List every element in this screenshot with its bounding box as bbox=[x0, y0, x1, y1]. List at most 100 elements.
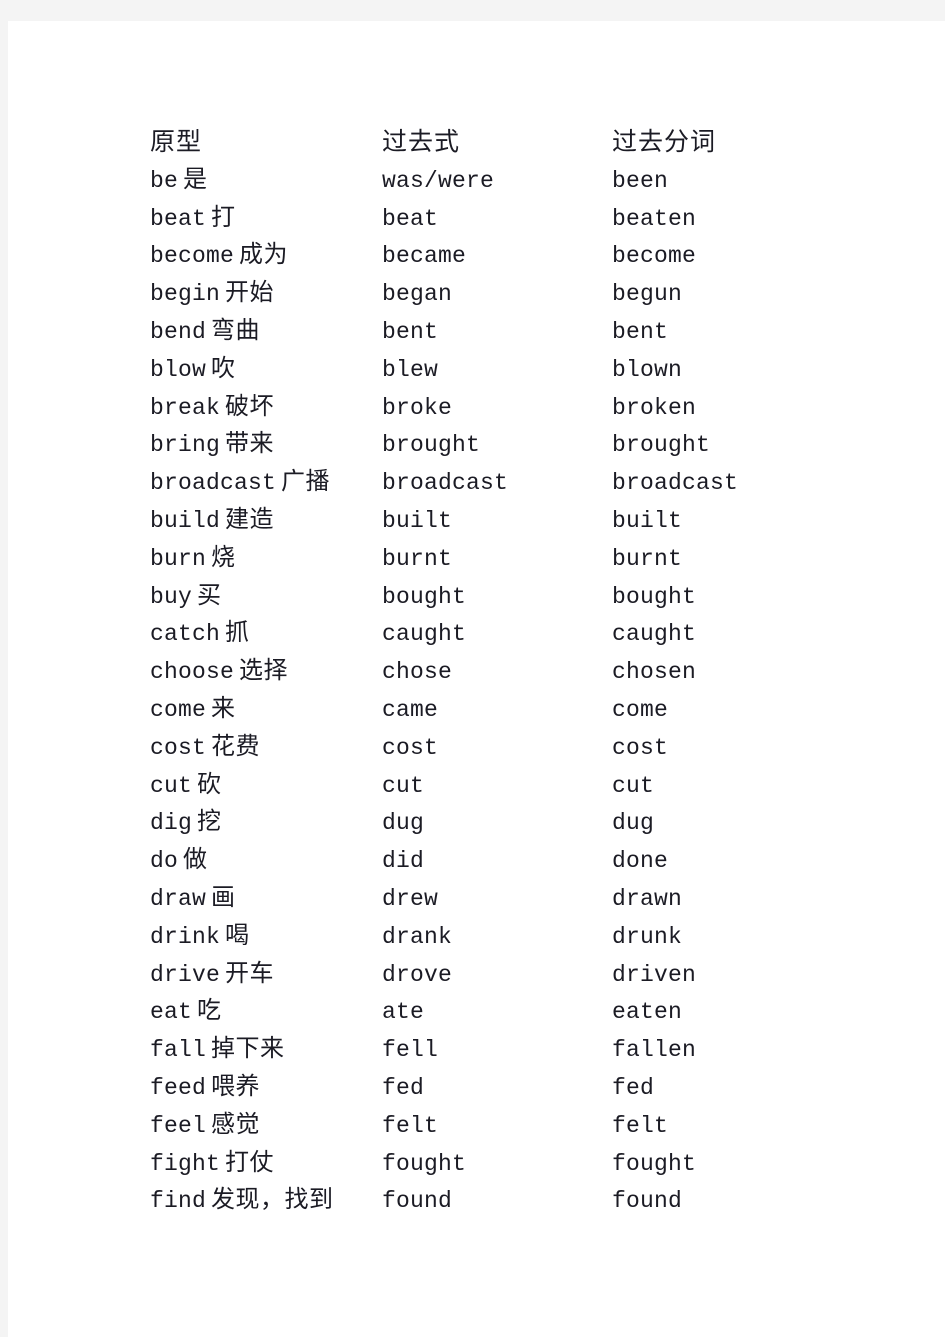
table-row: be 是 was/were been bbox=[150, 162, 870, 200]
cell-past-participle: become bbox=[612, 243, 697, 270]
base-form-english: become bbox=[150, 243, 235, 270]
table-row: begin 开始 began begun bbox=[150, 275, 870, 313]
base-form-chinese: 打仗 bbox=[225, 1149, 275, 1176]
cell-past-tense: broadcast bbox=[382, 470, 509, 497]
table-row: fight 打仗 fought fought bbox=[150, 1145, 870, 1183]
cell-past-tense: beat bbox=[382, 205, 439, 232]
table-row: catch 抓 caught caught bbox=[150, 615, 870, 653]
base-form-english: bend bbox=[150, 318, 207, 345]
cell-past-tense: was/were bbox=[382, 167, 495, 194]
cell-past-tense: broke bbox=[382, 394, 453, 421]
base-form-english: catch bbox=[150, 621, 221, 648]
cell-base-form: blow 吹 bbox=[150, 351, 382, 389]
base-form-english: cut bbox=[150, 772, 193, 799]
cell-past-participle: caught bbox=[612, 621, 697, 648]
base-form-chinese: 喂养 bbox=[211, 1073, 261, 1100]
cell-past-tense: drove bbox=[382, 961, 453, 988]
base-form-chinese: 砍 bbox=[197, 771, 222, 798]
cell-past-participle: brought bbox=[612, 432, 711, 459]
cell-base-form: feel 感觉 bbox=[150, 1107, 382, 1145]
cell-past-tense: caught bbox=[382, 621, 467, 648]
cell-past-participle: drawn bbox=[612, 885, 683, 912]
column-header-past-participle: 过去分词 bbox=[612, 129, 717, 156]
table-row: blow 吹 blew blown bbox=[150, 351, 870, 389]
cell-past-tense: chose bbox=[382, 659, 453, 686]
cell-past-tense: burnt bbox=[382, 545, 453, 572]
cell-past-participle: fed bbox=[612, 1074, 655, 1101]
cell-base-form: catch 抓 bbox=[150, 615, 382, 653]
cell-past-participle: beaten bbox=[612, 205, 697, 232]
cell-base-form: find 发现，找到 bbox=[150, 1182, 382, 1220]
cell-past-participle: built bbox=[612, 507, 683, 534]
cell-past-participle: bent bbox=[612, 318, 669, 345]
cell-past-participle: cut bbox=[612, 772, 655, 799]
cell-base-form: buy 买 bbox=[150, 578, 382, 616]
cell-base-form: come 来 bbox=[150, 691, 382, 729]
cell-base-form: choose 选择 bbox=[150, 653, 382, 691]
base-form-english: choose bbox=[150, 659, 235, 686]
cell-past-participle: fought bbox=[612, 1150, 697, 1177]
cell-past-participle: dug bbox=[612, 810, 655, 837]
base-form-chinese: 感觉 bbox=[211, 1111, 261, 1138]
table-row: feel 感觉 felt felt bbox=[150, 1107, 870, 1145]
cell-past-tense: became bbox=[382, 243, 467, 270]
cell-past-participle: been bbox=[612, 167, 669, 194]
base-form-english: find bbox=[150, 1188, 207, 1215]
cell-past-participle: cost bbox=[612, 734, 669, 761]
cell-base-form: fight 打仗 bbox=[150, 1145, 382, 1183]
base-form-english: feel bbox=[150, 1112, 207, 1139]
table-row: build 建造 built built bbox=[150, 502, 870, 540]
cell-past-participle: felt bbox=[612, 1112, 669, 1139]
cell-past-tense: dug bbox=[382, 810, 425, 837]
cell-past-participle: driven bbox=[612, 961, 697, 988]
cell-past-tense: drank bbox=[382, 923, 453, 950]
base-form-chinese: 成为 bbox=[239, 242, 289, 269]
base-form-english: draw bbox=[150, 885, 207, 912]
base-form-chinese: 打 bbox=[211, 204, 236, 231]
document-page: 原型 过去式 过去分词 be 是 was/were been beat 打 beat beat… bbox=[8, 21, 945, 1337]
base-form-english: begin bbox=[150, 281, 221, 308]
base-form-chinese: 破坏 bbox=[225, 393, 275, 420]
cell-base-form: cost 花费 bbox=[150, 729, 382, 767]
base-form-chinese: 是 bbox=[183, 166, 208, 193]
cell-base-form: drive 开车 bbox=[150, 956, 382, 994]
column-header-base-form: 原型 bbox=[150, 129, 203, 156]
base-form-english: beat bbox=[150, 205, 207, 232]
table-row: dig 挖 dug dug bbox=[150, 804, 870, 842]
cell-past-participle: eaten bbox=[612, 999, 683, 1026]
cell-past-participle: begun bbox=[612, 281, 683, 308]
cell-past-tense: fell bbox=[382, 1037, 439, 1064]
base-form-english: buy bbox=[150, 583, 193, 610]
table-row: bend 弯曲 bent bent bbox=[150, 313, 870, 351]
base-form-english: drive bbox=[150, 961, 221, 988]
cell-base-form: beat 打 bbox=[150, 200, 382, 238]
cell-past-tense: drew bbox=[382, 885, 439, 912]
cell-past-participle: burnt bbox=[612, 545, 683, 572]
cell-past-tense: cut bbox=[382, 772, 425, 799]
cell-base-form: become 成为 bbox=[150, 237, 382, 275]
table-row: fall 掉下来 fell fallen bbox=[150, 1031, 870, 1069]
table-row: bring 带来 brought brought bbox=[150, 426, 870, 464]
base-form-chinese: 广播 bbox=[281, 469, 331, 496]
cell-base-form: feed 喂养 bbox=[150, 1069, 382, 1107]
table-row: break 破坏 broke broken bbox=[150, 389, 870, 427]
base-form-english: broadcast bbox=[150, 470, 277, 497]
base-form-chinese: 开始 bbox=[225, 280, 275, 307]
cell-past-participle: done bbox=[612, 848, 669, 875]
table-row: come 来 came come bbox=[150, 691, 870, 729]
base-form-english: blow bbox=[150, 356, 207, 383]
cell-past-tense: ate bbox=[382, 999, 425, 1026]
table-row: drive 开车 drove driven bbox=[150, 956, 870, 994]
cell-past-tense: brought bbox=[382, 432, 481, 459]
table-row: broadcast 广播 broadcast broadcast bbox=[150, 464, 870, 502]
table-row: find 发现，找到 found found bbox=[150, 1182, 870, 1220]
base-form-english: eat bbox=[150, 999, 193, 1026]
cell-past-participle: fallen bbox=[612, 1037, 697, 1064]
table-row: buy 买 bought bought bbox=[150, 578, 870, 616]
base-form-english: bring bbox=[150, 432, 221, 459]
cell-base-form: draw 画 bbox=[150, 880, 382, 918]
table-row: do 做 did done bbox=[150, 842, 870, 880]
base-form-chinese: 发现，找到 bbox=[211, 1187, 334, 1214]
table-row: cost 花费 cost cost bbox=[150, 729, 870, 767]
cell-base-form: eat 吃 bbox=[150, 993, 382, 1031]
